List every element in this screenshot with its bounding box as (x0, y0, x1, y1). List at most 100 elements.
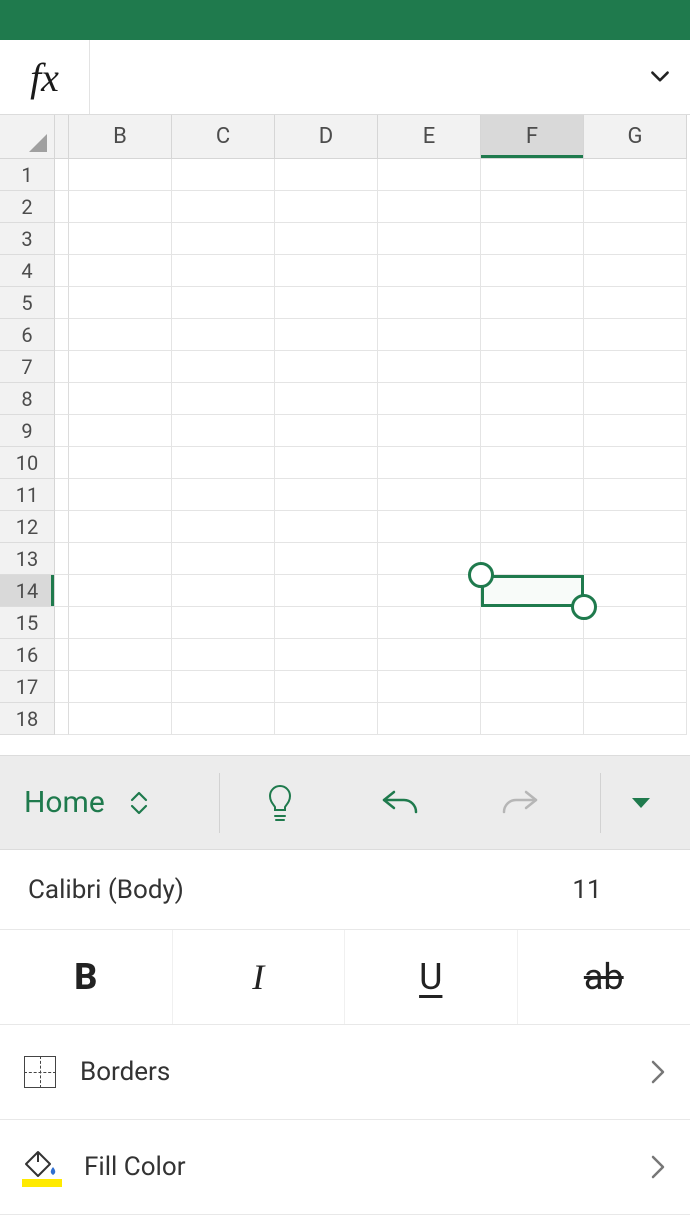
italic-button[interactable]: I (173, 930, 346, 1024)
cell[interactable] (481, 511, 584, 543)
cell[interactable] (172, 671, 275, 703)
row-header-active[interactable]: 14 (0, 575, 55, 607)
cell[interactable] (378, 671, 481, 703)
cell[interactable] (481, 383, 584, 415)
cell[interactable] (172, 223, 275, 255)
column-header[interactable]: D (275, 115, 378, 159)
cell[interactable] (584, 415, 687, 447)
row-header[interactable]: 17 (0, 671, 55, 703)
cell[interactable] (378, 543, 481, 575)
cell[interactable] (584, 191, 687, 223)
cell[interactable] (172, 543, 275, 575)
selection-handle-bottom-right[interactable] (571, 594, 597, 620)
row-header[interactable]: 3 (0, 223, 55, 255)
cell[interactable] (584, 319, 687, 351)
cell[interactable] (275, 447, 378, 479)
cell[interactable] (378, 191, 481, 223)
cell[interactable] (584, 703, 687, 735)
formula-expand-button[interactable] (630, 40, 690, 114)
cell[interactable] (172, 703, 275, 735)
cell[interactable] (275, 479, 378, 511)
cell[interactable] (275, 607, 378, 639)
font-size-selector[interactable]: 11 (512, 875, 662, 905)
cell[interactable] (378, 511, 481, 543)
cell[interactable] (69, 671, 172, 703)
cell[interactable] (481, 479, 584, 511)
strikethrough-button[interactable]: ab (518, 930, 690, 1024)
cell[interactable] (481, 287, 584, 319)
fill-color-row[interactable]: Fill Color (0, 1120, 690, 1215)
ribbon-collapse-button[interactable] (600, 773, 680, 833)
underline-button[interactable]: U (345, 930, 518, 1024)
cell[interactable] (69, 575, 172, 607)
row-header[interactable]: 6 (0, 319, 55, 351)
column-header-active[interactable]: F (481, 115, 584, 159)
cell[interactable] (69, 607, 172, 639)
cell[interactable] (275, 383, 378, 415)
borders-row[interactable]: Borders (0, 1025, 690, 1120)
cell[interactable] (584, 383, 687, 415)
cell[interactable] (481, 703, 584, 735)
cell[interactable] (172, 191, 275, 223)
row-header[interactable]: 16 (0, 639, 55, 671)
cell[interactable] (584, 287, 687, 319)
cell[interactable] (584, 223, 687, 255)
cell[interactable] (275, 319, 378, 351)
cell[interactable] (378, 479, 481, 511)
cell[interactable] (481, 351, 584, 383)
cell[interactable] (69, 351, 172, 383)
cell[interactable] (481, 191, 584, 223)
cell[interactable] (172, 351, 275, 383)
cell[interactable] (378, 607, 481, 639)
cell[interactable] (275, 415, 378, 447)
cell[interactable] (69, 383, 172, 415)
cell[interactable] (172, 287, 275, 319)
row-header[interactable]: 4 (0, 255, 55, 287)
cell[interactable] (275, 223, 378, 255)
cell[interactable] (69, 223, 172, 255)
row-header[interactable]: 15 (0, 607, 55, 639)
row-header[interactable]: 5 (0, 287, 55, 319)
column-header[interactable]: G (584, 115, 687, 159)
cell[interactable] (275, 639, 378, 671)
cell[interactable] (584, 351, 687, 383)
cell[interactable] (481, 639, 584, 671)
row-header[interactable]: 10 (0, 447, 55, 479)
row-header[interactable]: 1 (0, 159, 55, 191)
cell[interactable] (172, 255, 275, 287)
ribbon-tab-selector[interactable]: Home (0, 773, 220, 833)
cell[interactable] (481, 415, 584, 447)
cell[interactable] (275, 575, 378, 607)
cell[interactable] (275, 671, 378, 703)
cell[interactable] (275, 511, 378, 543)
cell[interactable] (481, 447, 584, 479)
column-header[interactable]: C (172, 115, 275, 159)
cell[interactable] (275, 703, 378, 735)
cell[interactable] (275, 159, 378, 191)
undo-button[interactable] (360, 786, 440, 820)
cell[interactable] (584, 159, 687, 191)
cell[interactable] (69, 159, 172, 191)
cell[interactable] (378, 415, 481, 447)
cell[interactable] (481, 159, 584, 191)
cell[interactable] (481, 223, 584, 255)
cell[interactable] (69, 639, 172, 671)
cell[interactable] (69, 447, 172, 479)
cell[interactable] (172, 159, 275, 191)
row-header[interactable]: 12 (0, 511, 55, 543)
cell[interactable] (69, 511, 172, 543)
cell[interactable] (172, 383, 275, 415)
cell[interactable] (584, 543, 687, 575)
cell[interactable] (172, 479, 275, 511)
cell[interactable] (584, 671, 687, 703)
cell[interactable] (378, 319, 481, 351)
select-all-corner[interactable] (0, 115, 55, 159)
row-header[interactable]: 11 (0, 479, 55, 511)
column-header[interactable]: E (378, 115, 481, 159)
selection-handle-top-left[interactable] (468, 562, 494, 588)
column-header[interactable]: B (69, 115, 172, 159)
cell[interactable] (172, 319, 275, 351)
cell[interactable] (481, 543, 584, 575)
cell[interactable] (481, 319, 584, 351)
cell[interactable] (172, 575, 275, 607)
